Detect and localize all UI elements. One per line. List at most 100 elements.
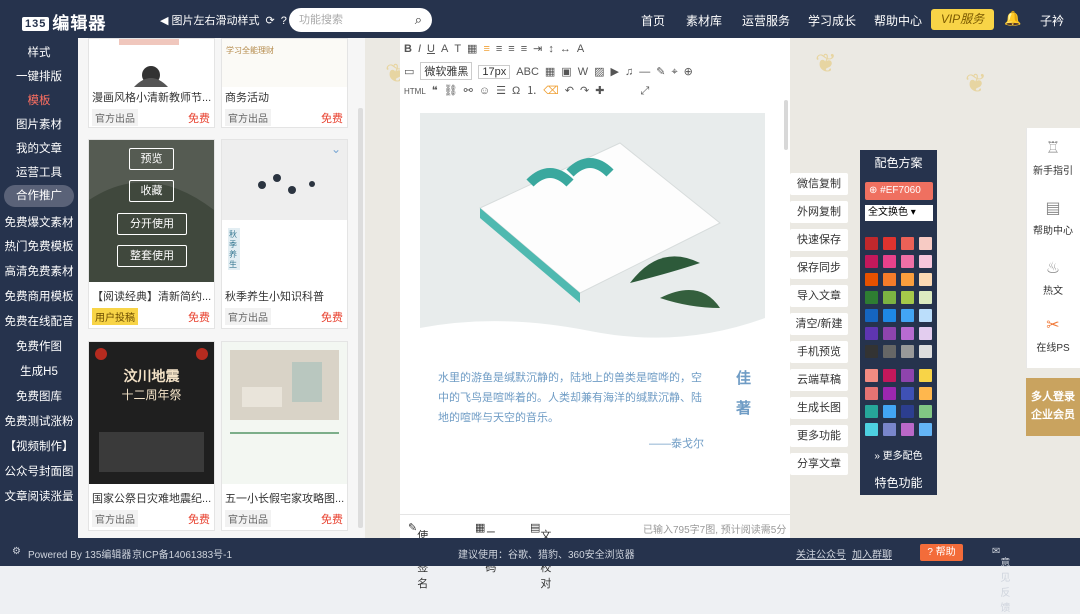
vip-button[interactable]: VIP服务 [931, 9, 994, 30]
mobile-preview-button[interactable]: 手机预览 [790, 341, 848, 363]
signature-link[interactable]: ✎ 使用签名 [408, 521, 428, 590]
sidebar-item-hd-materials[interactable]: 高清免费素材 [0, 263, 78, 279]
nav-help[interactable]: 帮助中心 [874, 12, 922, 29]
color-swatch[interactable] [919, 291, 932, 304]
color-swatch[interactable] [883, 345, 896, 358]
sidebar-item-my-articles[interactable]: 我的文章 [0, 140, 78, 156]
color-swatch[interactable] [865, 405, 878, 418]
expand-icon[interactable]: ⤢ [640, 85, 649, 98]
color-swatch[interactable] [919, 369, 932, 382]
color-swatch[interactable] [919, 405, 932, 418]
sidebar-item-cover[interactable]: 公众号封面图 [0, 463, 78, 479]
undo-icon[interactable]: ↶ [565, 84, 574, 97]
sidebar-item-voiceover[interactable]: 免费在线配音 [0, 313, 78, 329]
feature-title[interactable]: 特色功能 [860, 474, 937, 491]
color-swatch[interactable] [883, 387, 896, 400]
proofread-link[interactable]: ▤ 文本校对 [530, 521, 551, 590]
italic-icon[interactable]: I [418, 43, 421, 55]
help-icon[interactable]: ? [281, 15, 287, 27]
more-colors-link[interactable]: » 更多配色 [860, 447, 937, 462]
sidebar-item-video[interactable]: 【视频制作】 [0, 438, 78, 454]
template-card[interactable]: 预览 收藏 分开使用 整套使用 【阅读经典】清新简约... 用户投稿 免费 [88, 139, 215, 329]
plus-icon[interactable]: ✚ [595, 84, 604, 97]
line-height-icon[interactable]: ↕ [548, 43, 554, 55]
sidebar-item-commercial[interactable]: 免费商用模板 [0, 288, 78, 304]
color-swatch[interactable] [901, 423, 914, 436]
template-card[interactable]: 秋季养生 ⌄ 秋季养生小知识科普 官方出品 免费 [221, 139, 348, 329]
nav-home[interactable]: 首页 [641, 12, 665, 29]
use-all-button[interactable]: 整套使用 [117, 245, 187, 267]
color-swatch[interactable] [919, 255, 932, 268]
username[interactable]: 子衿 [1040, 12, 1064, 29]
color-swatch[interactable] [865, 255, 878, 268]
sidebar-item-gallery[interactable]: 免费图库 [0, 388, 78, 404]
eyedropper-icon[interactable]: ⌖ [671, 66, 677, 79]
sidebar-item-h5[interactable]: 生成H5 [0, 363, 78, 379]
qrcode-link[interactable]: ▦ 二维码 [475, 521, 496, 574]
search-icon[interactable]: ⌕ [415, 8, 422, 32]
template-card[interactable]: 漫画风格小清新教师节... 官方出品 免费 [88, 38, 215, 128]
format-painter-icon[interactable]: ⌫ [543, 84, 559, 97]
indent-icon[interactable]: ⇥ [533, 42, 542, 55]
sidebar-item-free-articles[interactable]: 免费爆文素材 [0, 214, 78, 230]
bold-icon[interactable]: B [404, 43, 412, 55]
editor-scrollbar[interactable] [784, 100, 788, 150]
poem-text[interactable]: 水里的游鱼是缄默沉静的，陆地上的兽类是喧哗的，空中的飞鸟是喧哗着的。人类却兼有海… [438, 368, 706, 450]
brush-icon[interactable]: ✎ [656, 65, 665, 78]
refresh-icon[interactable]: ⟳ [266, 15, 275, 27]
color-swatch[interactable] [865, 423, 878, 436]
color-swatch[interactable] [865, 369, 878, 382]
follow-account-link[interactable]: 关注公众号 [796, 546, 846, 561]
letter-spacing-icon[interactable]: ↔ [560, 43, 571, 55]
font-size-select[interactable]: 17px [478, 65, 511, 79]
color-swatch[interactable] [919, 273, 932, 286]
settings-icon[interactable]: ⚙ [12, 546, 21, 557]
word-icon[interactable]: W [578, 66, 588, 78]
more-features-button[interactable]: 更多功能 [790, 425, 848, 447]
favorite-button[interactable]: 收藏 [129, 180, 174, 202]
help-button[interactable]: ? 帮助 [920, 544, 963, 561]
sidebar-item-images[interactable]: 图片素材 [0, 116, 78, 132]
color-swatch[interactable] [919, 387, 932, 400]
align-center-icon[interactable]: ≡ [496, 43, 502, 55]
guide-item[interactable]: ♖ 新手指引 [1026, 138, 1080, 177]
sidebar-item-fans[interactable]: 免费测试涨粉 [0, 413, 78, 429]
table-icon[interactable]: ▦ [467, 42, 477, 55]
color-swatch[interactable] [883, 309, 896, 322]
color-swatch[interactable] [865, 273, 878, 286]
color-swatch[interactable] [883, 237, 896, 250]
grid-icon[interactable]: ▦ [545, 65, 555, 78]
template-card[interactable]: 汶川地震 十二周年祭 国家公祭日灾难地震纪... 官方出品 免费 [88, 341, 215, 531]
html-icon[interactable]: HTML [404, 87, 426, 96]
help-center-item[interactable]: ▤ 帮助中心 [1026, 198, 1080, 237]
sidebar-item-drawing[interactable]: 免费作图 [0, 338, 78, 354]
color-swatch[interactable] [865, 345, 878, 358]
color-swatch[interactable] [919, 345, 932, 358]
color-swatch[interactable] [901, 387, 914, 400]
enterprise-promo[interactable]: 多人登录 企业会员 [1026, 378, 1080, 436]
underline-icon[interactable]: U [427, 43, 435, 55]
preview-button[interactable]: 预览 [129, 148, 174, 170]
align-right-icon[interactable]: ≡ [508, 43, 514, 55]
color-swatch[interactable] [883, 369, 896, 382]
color-swatch[interactable] [901, 255, 914, 268]
long-image-button[interactable]: 生成长图 [790, 397, 848, 419]
page-icon[interactable]: ▭ [404, 65, 414, 78]
sidebar-item-tools[interactable]: 运营工具 [0, 164, 78, 180]
font-color-icon[interactable]: A [441, 43, 448, 55]
divider-icon[interactable]: — [639, 66, 650, 78]
use-separately-button[interactable]: 分开使用 [117, 213, 187, 235]
chevron-down-icon[interactable]: ⌄ [331, 142, 341, 156]
ordered-list-icon[interactable]: ⒈ [526, 82, 537, 98]
align-left-icon[interactable]: ≡ [483, 43, 489, 55]
font-family-select[interactable]: 微软雅黑 [420, 62, 473, 80]
color-swatch[interactable] [883, 327, 896, 340]
zoom-icon[interactable]: ⊕ [684, 65, 693, 78]
clear-new-button[interactable]: 清空/新建 [790, 313, 848, 335]
sidebar-item-hot-templates[interactable]: 热门免费模板 [0, 238, 78, 254]
align-justify-icon[interactable]: ≡ [521, 43, 527, 55]
image-icon[interactable]: ▣ [561, 65, 571, 78]
save-sync-button[interactable]: 保存同步 [790, 257, 848, 279]
quote-icon[interactable]: ❝ [432, 84, 438, 97]
color-swatch[interactable] [919, 327, 932, 340]
